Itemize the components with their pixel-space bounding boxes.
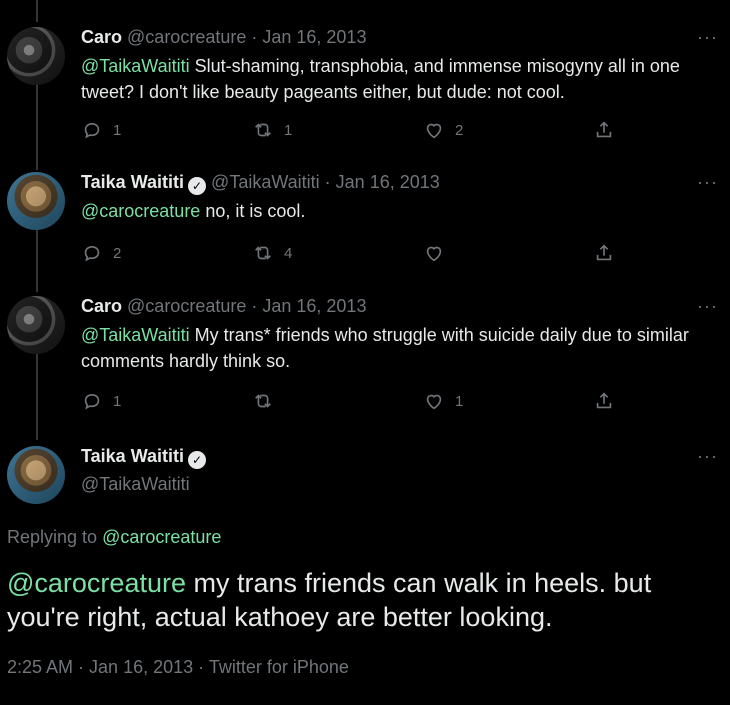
retweet-icon [255, 394, 271, 408]
share-button[interactable] [593, 390, 625, 412]
like-icon [426, 123, 442, 139]
more-icon[interactable]: ··· [697, 27, 718, 48]
user-handle[interactable]: @carocreature [127, 27, 246, 47]
separator: · [246, 296, 263, 316]
share-icon [596, 121, 612, 138]
main-tweet[interactable]: Taika Waititi ✓ @TaikaWaititi ··· [0, 446, 730, 506]
more-icon[interactable]: ··· [697, 296, 718, 317]
avatar[interactable] [7, 27, 65, 85]
avatar[interactable] [7, 172, 65, 230]
tweet-date[interactable]: Jan 16, 2013 [89, 657, 193, 677]
tweet-header: Caro @carocreature · Jan 16, 2013 [81, 296, 366, 317]
retweet-icon [255, 123, 271, 137]
user-handle[interactable]: @carocreature [127, 296, 246, 316]
reply-count: 2 [113, 244, 122, 262]
display-name[interactable]: Taika Waititi [81, 172, 184, 192]
reply-count: 1 [113, 121, 122, 139]
verified-badge-icon: ✓ [188, 177, 207, 195]
tweet-actions: 1 1 2 [81, 119, 641, 145]
tweet-date[interactable]: Jan 16, 2013 [336, 172, 440, 192]
separator: · [73, 657, 90, 677]
tweet-source[interactable]: Twitter for iPhone [209, 657, 349, 677]
tweet[interactable]: Taika Waititi ✓ @TaikaWaititi · Jan 16, 2… [0, 172, 730, 282]
retweet-icon [255, 246, 271, 260]
avatar[interactable] [7, 446, 65, 504]
reply-icon [84, 245, 100, 262]
thread-line [36, 0, 38, 22]
tweet-header: Taika Waititi ✓ @TaikaWaititi · Jan 16, 2… [81, 172, 440, 195]
reply-button[interactable]: 1 [81, 119, 121, 141]
mention-link[interactable]: @TaikaWaititi [81, 325, 190, 345]
reply-icon [84, 122, 100, 139]
tweet-meta: 2:25 AM · Jan 16, 2013 · Twitter for iPh… [7, 657, 349, 678]
tweet-text-body: no, it is cool. [200, 201, 306, 221]
share-button[interactable] [593, 119, 625, 141]
tweet-date[interactable]: Jan 16, 2013 [262, 296, 366, 316]
like-button[interactable]: 2 [423, 119, 463, 141]
main-tweet-text: @carocreature my trans friends can walk … [7, 566, 727, 634]
user-handle[interactable]: @TaikaWaititi [211, 172, 320, 192]
display-name[interactable]: Caro [81, 296, 122, 316]
reply-button[interactable]: 2 [81, 242, 121, 264]
like-count: 1 [455, 392, 464, 410]
retweet-button[interactable]: 1 [252, 119, 292, 141]
separator: · [319, 172, 336, 192]
more-icon[interactable]: ··· [697, 172, 718, 193]
replying-to-link[interactable]: @carocreature [102, 527, 221, 547]
tweet-text: @carocreature no, it is cool. [81, 198, 701, 224]
reply-count: 1 [113, 392, 122, 410]
mention-link[interactable]: @TaikaWaititi [81, 56, 190, 76]
tweet-actions: 1 1 [81, 390, 641, 416]
retweet-count: 4 [284, 244, 293, 262]
like-icon [426, 394, 442, 410]
share-button[interactable] [593, 242, 625, 264]
display-name[interactable]: Taika Waititi [81, 446, 184, 466]
display-name[interactable]: Caro [81, 27, 122, 47]
share-icon [596, 392, 612, 409]
like-button[interactable]: 1 [423, 390, 463, 412]
separator: · [246, 27, 263, 47]
retweet-button[interactable]: 4 [252, 242, 292, 264]
like-button[interactable] [423, 242, 455, 264]
tweet[interactable]: Caro @carocreature · Jan 16, 2013 ··· @T… [0, 296, 730, 426]
mention-link[interactable]: @carocreature [7, 568, 186, 598]
tweet-date[interactable]: Jan 16, 2013 [262, 27, 366, 47]
tweet-header: Caro @carocreature · Jan 16, 2013 [81, 27, 366, 48]
more-icon[interactable]: ··· [697, 446, 718, 467]
tweet-text: @TaikaWaititi Slut-shaming, transphobia,… [81, 53, 701, 105]
verified-badge-icon: ✓ [188, 451, 207, 469]
reply-icon [84, 393, 100, 410]
share-icon [596, 244, 612, 261]
tweet-text: @TaikaWaititi My trans* friends who stru… [81, 322, 701, 374]
separator: · [193, 657, 209, 677]
reply-button[interactable]: 1 [81, 390, 121, 412]
mention-link[interactable]: @carocreature [81, 201, 200, 221]
tweet-actions: 2 4 [81, 242, 641, 268]
retweet-count: 1 [284, 121, 293, 139]
avatar[interactable] [7, 296, 65, 354]
retweet-button[interactable] [252, 390, 284, 412]
like-count: 2 [455, 121, 464, 139]
tweet[interactable]: Caro @carocreature · Jan 16, 2013 ··· @T… [0, 27, 730, 157]
user-handle[interactable]: @TaikaWaititi [81, 474, 190, 495]
like-icon [426, 246, 442, 262]
tweet-time[interactable]: 2:25 AM [7, 657, 73, 677]
tweet-header: Taika Waititi ✓ [81, 446, 207, 469]
replying-to: Replying to @carocreature [7, 527, 221, 548]
replying-prefix: Replying to [7, 527, 103, 547]
